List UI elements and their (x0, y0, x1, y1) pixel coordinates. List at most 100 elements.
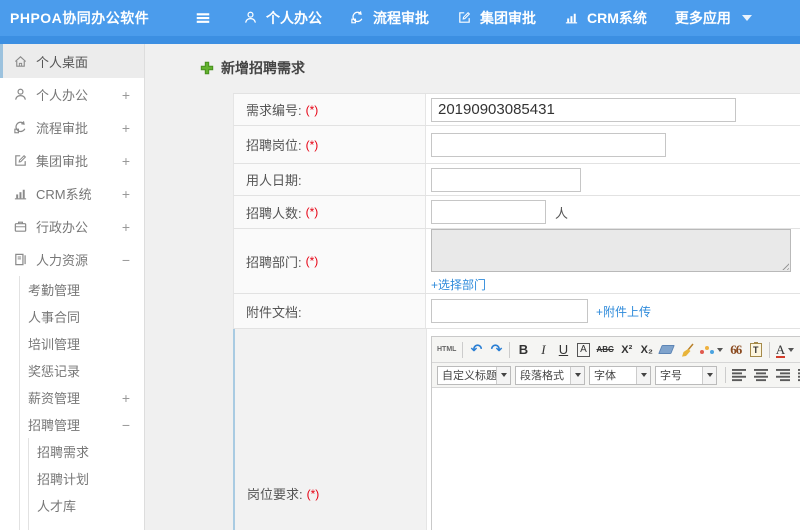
department-textarea[interactable] (431, 229, 791, 272)
briefcase-icon (13, 219, 28, 234)
sidebar-item-label: 个人办公 (36, 88, 89, 103)
align-left-button[interactable] (730, 367, 748, 383)
form-row-2: 招聘岗位: (*) (233, 126, 800, 164)
flow-icon (350, 10, 366, 26)
boxed-a-button[interactable]: A (576, 341, 590, 359)
caret-down-icon (716, 347, 723, 352)
font-color-button[interactable]: A (775, 341, 795, 359)
sidebar-item-9[interactable]: 人事合同 (0, 303, 144, 330)
sidebar-item-13[interactable]: 招聘管理 − (0, 411, 144, 438)
font-family-select[interactable]: 字体 (589, 365, 651, 385)
attachment-input[interactable] (431, 299, 588, 323)
blockquote-button-glyph: 66 (730, 341, 742, 357)
nav-item-2[interactable]: 流程审批 (350, 8, 429, 28)
sidebar-item-5[interactable]: CRM系统 + (0, 177, 144, 210)
undo-button[interactable]: ↶ (469, 341, 483, 359)
sidebar-item-8[interactable]: 考勤管理 (0, 276, 144, 303)
request-number-input[interactable] (431, 97, 736, 122)
user-icon (243, 10, 259, 26)
sidebar-nav: 个人桌面 个人办公 + 流程审批 + 集团审批 + CRM系统 + 行政办公 + 人力资源 − 考勤管理人… (0, 44, 145, 530)
highlight-color-button[interactable] (699, 341, 723, 359)
sidebar-item-11[interactable]: 奖惩记录 (0, 357, 144, 384)
expand-plus-icon[interactable]: + (122, 87, 130, 103)
heading-select[interactable]: 自定义标题 (437, 365, 511, 385)
toolbar-separator (509, 341, 511, 358)
nav-item-label: 集团审批 (480, 10, 536, 26)
field-label: 招聘岗位: (*) (234, 126, 426, 163)
nav-item-label: 个人办公 (266, 10, 322, 26)
align-center-button[interactable] (752, 367, 770, 383)
font-size-select[interactable]: 字号 (655, 365, 717, 385)
nav-item-label: 流程审批 (373, 10, 429, 26)
nav-item-3[interactable]: 集团审批 (457, 8, 536, 28)
bold-button-glyph: B (518, 342, 529, 357)
superscript-button-glyph: X² (621, 343, 633, 356)
align-right-button[interactable] (774, 367, 792, 383)
remove-format-button[interactable] (658, 341, 676, 359)
format-painter-button[interactable] (680, 341, 694, 359)
select-label: 段落格式 (520, 370, 564, 382)
strikethrough-button[interactable]: ABC (596, 341, 613, 359)
font-color-button-glyph: A (775, 341, 786, 358)
sidebar-item-3[interactable]: 流程审批 + (0, 111, 144, 144)
paste-text-button[interactable]: T (749, 341, 763, 359)
superscript-button[interactable]: X² (620, 341, 634, 359)
field-label: 招聘部门: (*) (234, 229, 426, 293)
field-label-text: 需求编号: (246, 103, 302, 118)
home-icon (13, 54, 28, 69)
required-mark: (*) (306, 486, 320, 501)
sidebar-item-label: 人力资源 (36, 253, 89, 268)
navbar-menu: 个人办公 流程审批 集团审批 CRM系统 更多应用 (243, 8, 752, 28)
sidebar-item-7[interactable]: 人力资源 − (0, 243, 144, 276)
editor-toolbar-row1: HTML↶↷BIUAABCX²X₂66TAa (432, 337, 800, 363)
select-label: 字体 (594, 370, 616, 382)
paragraph-format-select[interactable]: 段落格式 (515, 365, 585, 385)
redo-button[interactable]: ↷ (489, 341, 503, 359)
field-label-text: 招聘岗位: (246, 138, 302, 153)
sidebar-item-15[interactable]: 招聘计划 (0, 465, 144, 492)
select-label: 字号 (660, 370, 682, 382)
sidebar-item-4[interactable]: 集团审批 + (0, 144, 144, 177)
sidebar-item-label: 行政办公 (36, 220, 89, 235)
nav-item-label: CRM系统 (587, 10, 647, 26)
collapse-minus-icon[interactable]: − (122, 417, 130, 433)
expand-plus-icon[interactable]: + (122, 120, 130, 136)
bold-button[interactable]: B (516, 341, 530, 359)
italic-button[interactable]: I (536, 341, 550, 359)
field-content: +选择部门 (426, 229, 800, 293)
nav-item-1[interactable]: 个人办公 (243, 8, 322, 28)
nav-item-4[interactable]: CRM系统 (564, 8, 647, 28)
underline-button[interactable]: U (556, 341, 570, 359)
select-department-link[interactable]: +选择部门 (431, 276, 486, 293)
sidebar-item-1[interactable]: 个人桌面 (0, 44, 144, 78)
position-input[interactable] (431, 132, 666, 157)
sidebar-item-6[interactable]: 行政办公 + (0, 210, 144, 243)
blockquote-button[interactable]: 66 (729, 341, 743, 359)
expand-plus-icon[interactable]: + (122, 153, 130, 169)
field-content (426, 126, 800, 163)
attachment-upload-link[interactable]: +附件上传 (596, 303, 651, 320)
paste-clipboard-icon: T (749, 341, 762, 357)
nav-item-5[interactable]: 更多应用 (675, 8, 752, 28)
sidebar-item-label: 培训管理 (28, 337, 81, 352)
expand-plus-icon[interactable]: + (122, 186, 130, 202)
sidebar-item-14[interactable]: 招聘需求 (0, 438, 144, 465)
hire-date-input[interactable] (431, 167, 581, 192)
expand-plus-icon[interactable]: + (122, 219, 130, 235)
headcount-input[interactable] (431, 200, 546, 224)
main-content: 新增招聘需求 需求编号:(*)招聘岗位:(*)用人日期:招聘人数:(*)人招聘部… (145, 44, 800, 530)
toolbar-separator (768, 341, 770, 358)
subscript-button[interactable]: X₂ (640, 341, 654, 359)
editor-content-area[interactable] (432, 388, 800, 530)
expand-plus-icon[interactable]: + (122, 390, 130, 406)
align-justify-button[interactable] (796, 367, 800, 383)
sidebar-item-12[interactable]: 薪资管理 + (0, 384, 144, 411)
field-content (426, 164, 800, 195)
sidebar-item-10[interactable]: 培训管理 (0, 330, 144, 357)
collapse-minus-icon[interactable]: − (122, 252, 130, 268)
html-source-button[interactable]: HTML (437, 341, 456, 359)
hamburger-menu-icon[interactable] (193, 8, 213, 28)
sidebar-item-2[interactable]: 个人办公 + (0, 78, 144, 111)
sidebar-item-16[interactable]: 人才库 (0, 492, 144, 519)
undo-button-glyph: ↶ (470, 341, 483, 357)
